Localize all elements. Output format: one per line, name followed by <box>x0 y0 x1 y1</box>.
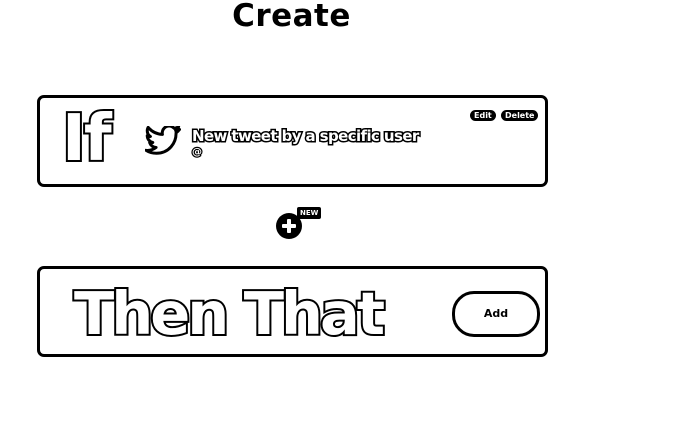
add-step-button[interactable]: NEW <box>276 207 322 241</box>
then-that-keyword: Then That <box>72 277 387 350</box>
trigger-title: New tweet by a specific user <box>191 126 421 147</box>
delete-trigger-button[interactable]: Delete <box>501 110 539 121</box>
action-card: Then That Add <box>37 266 548 357</box>
page-title: Create <box>232 0 351 34</box>
add-action-button[interactable]: Add <box>452 291 540 337</box>
trigger-card: If New tweet by a specific user @ Edit D… <box>37 95 548 187</box>
if-keyword: If <box>60 100 114 178</box>
edit-trigger-button[interactable]: Edit <box>470 110 496 121</box>
twitter-bird-icon <box>145 126 181 155</box>
trigger-field-value: @ <box>191 146 204 160</box>
new-badge: NEW <box>297 207 322 219</box>
